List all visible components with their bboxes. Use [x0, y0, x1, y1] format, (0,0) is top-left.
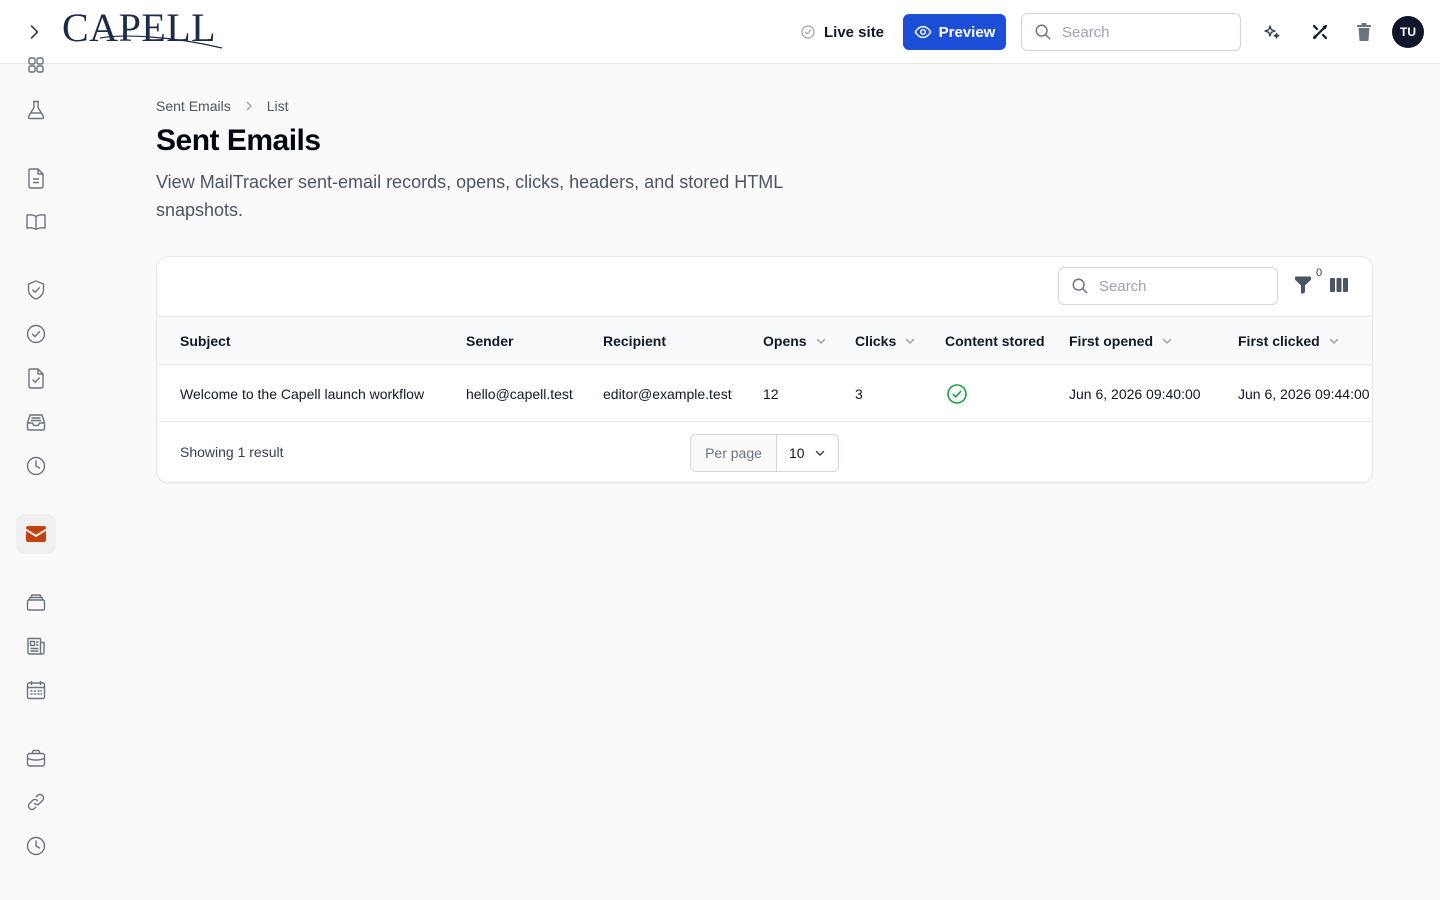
cell-subject: Welcome to the Capell launch workflow: [180, 385, 425, 402]
sidebar-item-pages[interactable]: [16, 158, 56, 198]
per-page-value: 10: [789, 445, 805, 461]
filter-icon: [1295, 276, 1311, 294]
global-search-input[interactable]: [1062, 23, 1222, 41]
trash-icon: [1357, 23, 1371, 41]
table-header: Subject Sender Recipient Opens Clicks Co…: [157, 317, 1372, 365]
table-footer: Showing 1 result Per page 10: [157, 422, 1372, 482]
preview-button[interactable]: Preview: [903, 14, 1006, 50]
history-icon: [26, 836, 46, 856]
shield-check-icon: [27, 280, 45, 300]
sidebar-item-security[interactable]: [16, 270, 56, 310]
column-header-opens[interactable]: Opens: [763, 317, 827, 365]
column-header-subject: Subject: [180, 333, 231, 349]
sidebar-item-grid[interactable]: [16, 49, 56, 81]
live-site-link[interactable]: Live site: [800, 20, 884, 44]
preview-label: Preview: [938, 23, 996, 41]
check-circle-icon: [947, 383, 967, 404]
chevron-down-icon: [816, 338, 825, 344]
per-page-select[interactable]: 10: [777, 435, 838, 471]
cell-recipient: editor@example.test: [603, 385, 732, 402]
sidebar-nav: [0, 57, 72, 900]
sparkles-icon: [1264, 25, 1280, 39]
breadcrumb-parent-link[interactable]: Sent Emails: [156, 98, 231, 114]
trash-button[interactable]: [1350, 18, 1378, 46]
filter-count-badge: 0: [1311, 265, 1327, 281]
per-page-control: Per page 10: [690, 434, 839, 472]
newspaper-icon: [27, 637, 45, 655]
link-icon: [27, 793, 45, 811]
chevron-right-icon: [246, 101, 252, 111]
envelope-icon: [26, 526, 46, 542]
column-header-recipient: Recipient: [603, 333, 667, 349]
page-title: Sent Emails: [156, 124, 321, 157]
sidebar-item-collections[interactable]: [16, 582, 56, 622]
logo-swoosh-icon: [99, 35, 223, 49]
sidebar-item-reviews[interactable]: [16, 358, 56, 398]
flask-icon: [27, 100, 45, 120]
sidebar-item-docs[interactable]: [16, 202, 56, 242]
sidebar-item-news[interactable]: [16, 626, 56, 666]
check-circle-icon: [26, 324, 46, 344]
page-description: View MailTracker sent-email records, ope…: [156, 172, 783, 220]
global-search[interactable]: [1021, 13, 1241, 51]
table-search-input[interactable]: [1099, 277, 1259, 295]
table-search[interactable]: [1058, 267, 1278, 305]
document-icon: [28, 168, 44, 189]
inbox-icon: [26, 414, 46, 431]
user-avatar[interactable]: TU: [1392, 16, 1424, 48]
sidebar-item-calendar[interactable]: [16, 670, 56, 710]
sidebar-item-schedule[interactable]: [16, 446, 56, 486]
view-columns-icon: [1330, 278, 1348, 292]
stack-icon: [26, 594, 46, 611]
sidebar-item-jobs[interactable]: [16, 738, 56, 778]
sidebar-item-inbox[interactable]: [16, 402, 56, 442]
chevron-down-icon: [1329, 338, 1338, 344]
sidebar-item-sent-emails[interactable]: [16, 514, 56, 554]
results-count: Showing 1 result: [180, 444, 284, 460]
capell-logo[interactable]: CAPELL: [62, 8, 224, 52]
breadcrumb-current: List: [266, 98, 289, 114]
column-header-sender: Sender: [466, 333, 514, 349]
grid-icon: [28, 57, 44, 73]
cell-first-clicked: Jun 6, 2026 09:44:00: [1238, 385, 1370, 402]
book-icon: [26, 214, 46, 231]
breadcrumb: Sent Emails List: [156, 96, 289, 116]
search-icon: [1035, 24, 1051, 40]
table-row[interactable]: Welcome to the Capell launch workflow he…: [157, 365, 1372, 422]
chevron-down-icon: [815, 450, 825, 456]
clock-icon: [26, 456, 46, 476]
live-site-label: Live site: [824, 23, 885, 41]
column-header-first-opened[interactable]: First opened: [1069, 317, 1173, 365]
check-circle-icon: [801, 25, 815, 39]
sidebar-item-history[interactable]: [16, 826, 56, 866]
ai-assist-button[interactable]: [1258, 18, 1286, 46]
cell-clicks: 3: [855, 385, 863, 402]
cell-content-stored: [946, 365, 968, 422]
per-page-label: Per page: [691, 435, 777, 471]
chevron-right-icon: [30, 25, 39, 39]
sidebar-item-approvals[interactable]: [16, 314, 56, 354]
calendar-icon: [26, 681, 46, 700]
sidebar-toggle-button[interactable]: [18, 16, 50, 48]
document-check-icon: [28, 368, 44, 389]
top-bar: CAPELL Live site Preview TU: [0, 0, 1440, 64]
tools-button[interactable]: [1306, 18, 1334, 46]
sent-emails-table-card: 0 Subject Sender Recipient Opens Clicks …: [156, 256, 1373, 483]
column-header-first-clicked[interactable]: First clicked: [1238, 317, 1340, 365]
column-header-content-stored: Content stored: [945, 333, 1045, 349]
chevron-down-icon: [1162, 338, 1172, 344]
eye-icon: [914, 25, 932, 39]
cell-opens: 12: [763, 385, 779, 402]
cell-first-opened: Jun 6, 2026 09:40:00: [1069, 385, 1201, 402]
search-icon: [1072, 278, 1088, 294]
tools-icon: [1312, 24, 1328, 40]
sidebar-item-links[interactable]: [16, 782, 56, 822]
cell-sender: hello@capell.test: [466, 385, 573, 402]
column-header-clicks[interactable]: Clicks: [855, 317, 916, 365]
table-toolbar: 0: [157, 257, 1372, 317]
sidebar-item-experiments[interactable]: [16, 90, 56, 130]
briefcase-icon: [26, 749, 46, 767]
toggle-columns-button[interactable]: [1327, 273, 1351, 297]
chevron-down-icon: [906, 338, 915, 344]
